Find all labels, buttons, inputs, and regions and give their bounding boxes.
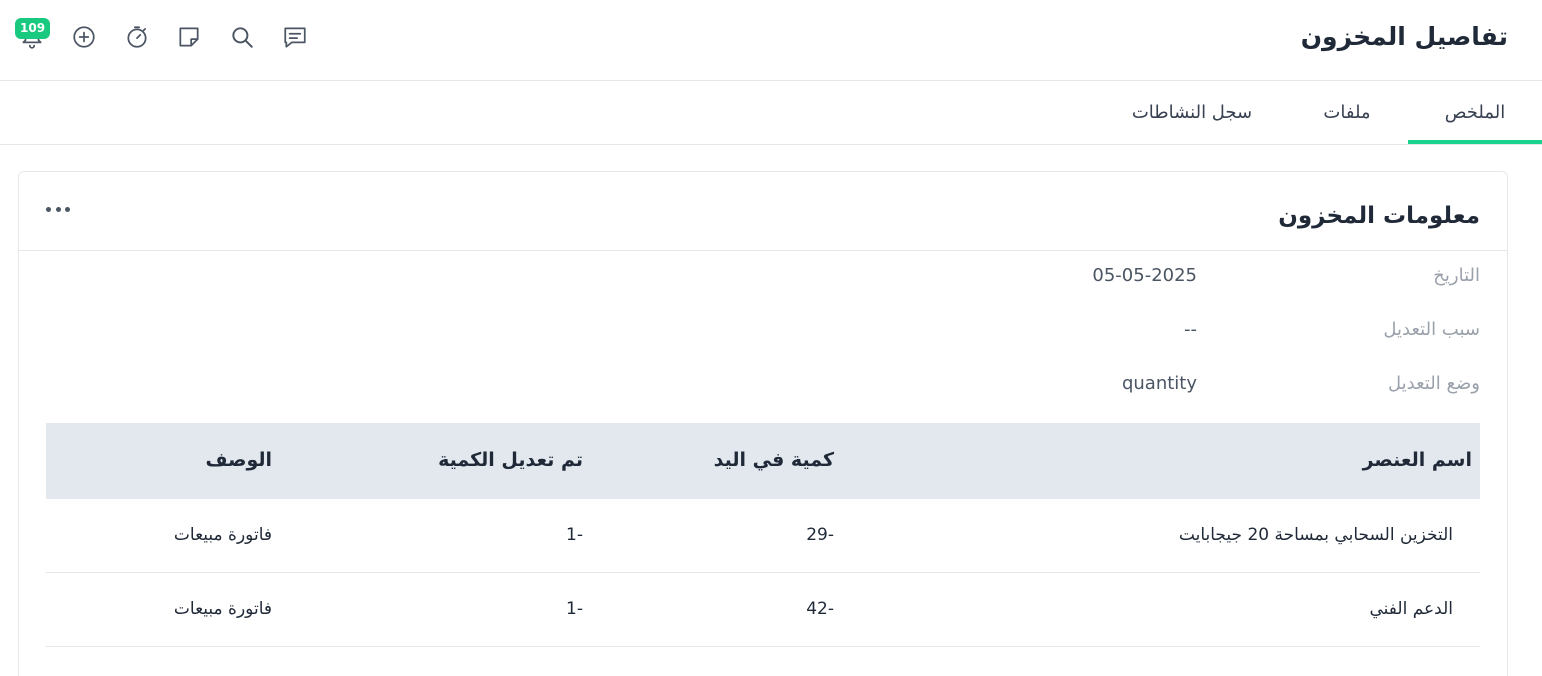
row-item-name: الدعم الفني bbox=[1369, 599, 1454, 619]
column-header-item-name: اسم العنصر bbox=[1362, 449, 1472, 471]
row-quantity-adjusted: -1 bbox=[566, 599, 583, 619]
date-label: التاريخ bbox=[1433, 265, 1480, 286]
adjustment-mode-label: وضع التعديل bbox=[1388, 373, 1480, 394]
tab-files[interactable]: ملفات bbox=[1302, 81, 1392, 145]
more-dots-icon[interactable] bbox=[46, 203, 70, 215]
card-title: معلومات المخزون bbox=[1278, 203, 1480, 229]
tab-summary[interactable]: الملخص bbox=[1408, 81, 1542, 144]
notification-count-badge: 109 bbox=[15, 18, 51, 39]
inventory-info-card: معلومات المخزون التاريخ 05-05-2025 سبب ا… bbox=[18, 171, 1508, 676]
page-title: تفاصيل المخزون bbox=[1300, 22, 1508, 51]
chat-icon[interactable] bbox=[280, 22, 310, 52]
note-icon[interactable] bbox=[174, 22, 204, 52]
row-description: فاتورة مبيعات bbox=[173, 525, 272, 545]
search-icon[interactable] bbox=[227, 22, 257, 52]
column-header-description: الوصف bbox=[205, 449, 272, 471]
tab-bar: الملخص ملفات سجل النشاطات bbox=[0, 81, 1542, 145]
row-quantity-adjusted: -1 bbox=[566, 525, 583, 545]
timer-icon[interactable] bbox=[122, 22, 152, 52]
column-header-quantity-adjusted: تم تعديل الكمية bbox=[438, 449, 583, 471]
row-description: فاتورة مبيعات bbox=[173, 599, 272, 619]
date-value: 05-05-2025 bbox=[1092, 265, 1197, 286]
row-quantity-on-hand: -29 bbox=[806, 525, 834, 545]
adjustment-reason-value: -- bbox=[1184, 319, 1197, 340]
table-row: التخزين السحابي بمساحة 20 جيجابايت -29 -… bbox=[46, 499, 1480, 573]
row-quantity-on-hand: -42 bbox=[806, 599, 834, 619]
adjustment-mode-value: quantity bbox=[1121, 373, 1197, 394]
plus-circle-icon[interactable] bbox=[69, 22, 99, 52]
top-bar: 109 تفاصيل المخزون bbox=[0, 0, 1542, 81]
table-header: اسم العنصر كمية في اليد تم تعديل الكمية … bbox=[46, 423, 1480, 499]
card-header: معلومات المخزون bbox=[19, 172, 1507, 251]
tab-activity-log[interactable]: سجل النشاطات bbox=[1112, 81, 1272, 145]
row-item-name: التخزين السحابي بمساحة 20 جيجابايت bbox=[1178, 525, 1453, 545]
column-header-quantity-on-hand: كمية في اليد bbox=[713, 449, 834, 471]
adjustment-reason-label: سبب التعديل bbox=[1383, 319, 1480, 340]
table-row: الدعم الفني -42 -1 فاتورة مبيعات bbox=[46, 573, 1480, 647]
